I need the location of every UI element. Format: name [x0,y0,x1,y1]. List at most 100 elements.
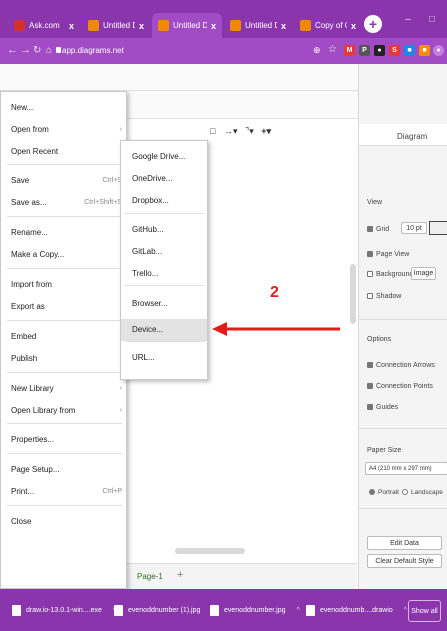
grid-checkbox[interactable]: Grid [367,226,389,233]
new-tab-button[interactable]: + [364,15,382,33]
download-item[interactable]: evenoddnumb....drawio ^ [306,602,407,618]
download-item[interactable]: evenoddnumber (1).jpg^ [114,602,215,618]
tab-close-icon[interactable]: x [351,21,356,31]
edit-data-button[interactable]: Edit Data [367,536,442,550]
file-menu-item[interactable]: Rename... [1,222,126,244]
file-menu-item[interactable]: Save Ctrl+S [1,170,126,192]
vertical-scrollbar[interactable] [350,264,356,324]
waypoint-style-icon[interactable]: ⌝▾ [245,126,254,136]
back-icon[interactable]: ← [7,44,18,56]
browser-tab[interactable]: Untitled Diagram.d x [82,13,150,38]
drawio-icon [300,20,311,31]
import-menu-item[interactable]: Google Drive... [121,146,207,168]
grid-color-swatch[interactable] [429,221,447,235]
extension-icon[interactable]: ■ [404,45,415,56]
forward-icon[interactable]: → [20,44,31,56]
connection-icon[interactable]: →▾ [224,126,238,136]
extension-icon[interactable]: ■ [419,45,430,56]
import-menu-item[interactable]: Trello... [121,263,207,285]
download-item[interactable]: draw.io-13.0.1-win....exe^ [12,602,116,618]
menu-item-label: Rename... [11,228,48,237]
extension-icon[interactable]: ● [374,45,385,56]
tab-close-icon[interactable]: x [211,21,216,31]
background-checkbox[interactable]: Background [367,271,413,278]
file-menu-item[interactable]: Print... Ctrl+P [1,481,126,503]
import-menu-item[interactable]: GitHub... [121,219,207,241]
import-menu-item[interactable]: GitLab... [121,241,207,263]
step-number-annotation: 2 [270,284,279,301]
file-menu-item[interactable]: Open Recent› [1,141,126,163]
file-menu-item[interactable]: New Library › [1,378,126,400]
import-menu-item[interactable]: URL... [121,347,207,369]
browser-tab[interactable]: Untitled Diagram.d x [152,13,222,38]
import-menu-item[interactable]: Dropbox... [121,190,207,212]
chevron-up-icon[interactable]: ^ [404,607,407,614]
menu-item-label: Save [11,176,30,185]
extension-icon[interactable]: M [344,45,355,56]
menu-item-label: Publish [11,354,38,363]
file-menu-item[interactable]: Open from › [1,119,126,141]
extension-icon[interactable]: S [389,45,400,56]
add-page-button[interactable]: + [177,569,183,581]
image-button[interactable]: Image [411,267,436,280]
file-menu-item[interactable]: Close [1,511,126,533]
file-menu-item[interactable]: Properties... [1,429,126,451]
tab-close-icon[interactable]: x [69,21,74,31]
browser-tab[interactable]: Ask.com x [8,13,80,38]
url-field[interactable]: app.diagrams.net [62,46,124,55]
profile-avatar[interactable]: ● [433,45,444,56]
download-item[interactable]: evenoddnumber.jpg ^ [210,602,300,618]
reload-icon[interactable]: ↻ [33,45,41,56]
zoom-icon[interactable]: ⊕ [313,45,321,56]
chevron-up-icon[interactable]: ^ [297,607,300,614]
import-menu-item[interactable]: OneDrive... [121,168,207,190]
toolbar-icons: □ →▾ ⌝▾ +▾ [210,126,271,137]
maximize-button[interactable]: □ [420,0,444,38]
horizontal-scrollbar[interactable] [175,548,245,554]
file-icon [306,604,315,616]
browser-tab[interactable]: Copy of Copy of U x [294,13,362,38]
browser-tab[interactable]: Untitled Diagram.d x [224,13,292,38]
file-menu-item[interactable]: Embed› [1,326,126,348]
file-menu-item[interactable]: Publish› [1,348,126,370]
file-menu-item[interactable]: Open Library from › [1,400,126,422]
insert-icon[interactable]: +▾ [261,126,271,136]
checkbox-empty-icon [367,293,373,300]
show-all-button[interactable]: Show all [408,600,441,622]
file-menu-item[interactable]: New... [1,97,126,119]
portrait-radio[interactable]: Portrait [369,489,399,496]
page-view-checkbox[interactable]: Page View [367,251,409,258]
page-tab[interactable]: Page-1 [137,572,163,581]
shadow-checkbox[interactable]: Shadow [367,293,401,300]
minimize-button[interactable]: – [396,0,420,38]
connection-arrows-checkbox[interactable]: Connection Arrows [367,362,435,369]
tab-close-icon[interactable]: x [139,21,144,31]
file-menu-item[interactable]: Make a Copy... [1,244,126,266]
grid-size-input[interactable]: 10 pt [401,222,427,234]
import-menu-item[interactable]: Device... [121,319,207,341]
file-menu-item[interactable]: Export as› [1,296,126,318]
browser-tab-bar: Ask.comxUntitled Diagram.dxUntitled Diag… [0,0,447,38]
checkbox-checked-icon [367,362,373,369]
bookmark-star-icon[interactable]: ☆ [328,44,337,55]
connection-points-checkbox[interactable]: Connection Points [367,383,433,390]
drawio-icon [230,20,241,31]
file-menu-item[interactable]: Import from› [1,274,126,296]
clear-default-style-button[interactable]: Clear Default Style [367,554,442,568]
landscape-radio[interactable]: Landscape [402,489,443,496]
menu-item-label: Page Setup... [11,465,60,474]
waypoint-icon[interactable]: □ [210,126,215,136]
divider [359,428,447,429]
checkbox-checked-icon [367,251,373,258]
home-icon[interactable]: ⌂ [46,45,52,56]
extension-icon[interactable]: P [359,45,370,56]
file-menu: New...Open from›Open Recent› SaveCtrl+SSa… [0,91,127,589]
paper-size-select[interactable]: A4 (210 mm x 297 mm) [365,462,447,475]
address-bar: ← → ↻ ⌂ app.diagrams.net ⊕ ☆ M P ● S ■ ■… [0,38,447,64]
file-menu-item[interactable]: Page Setup... [1,459,126,481]
file-menu-item[interactable]: Save as... Ctrl+Shift+S [1,192,126,214]
ask-icon [14,20,25,31]
tab-close-icon[interactable]: x [281,21,286,31]
import-menu-item[interactable]: Browser... [121,293,207,315]
guides-checkbox[interactable]: Guides [367,404,398,411]
